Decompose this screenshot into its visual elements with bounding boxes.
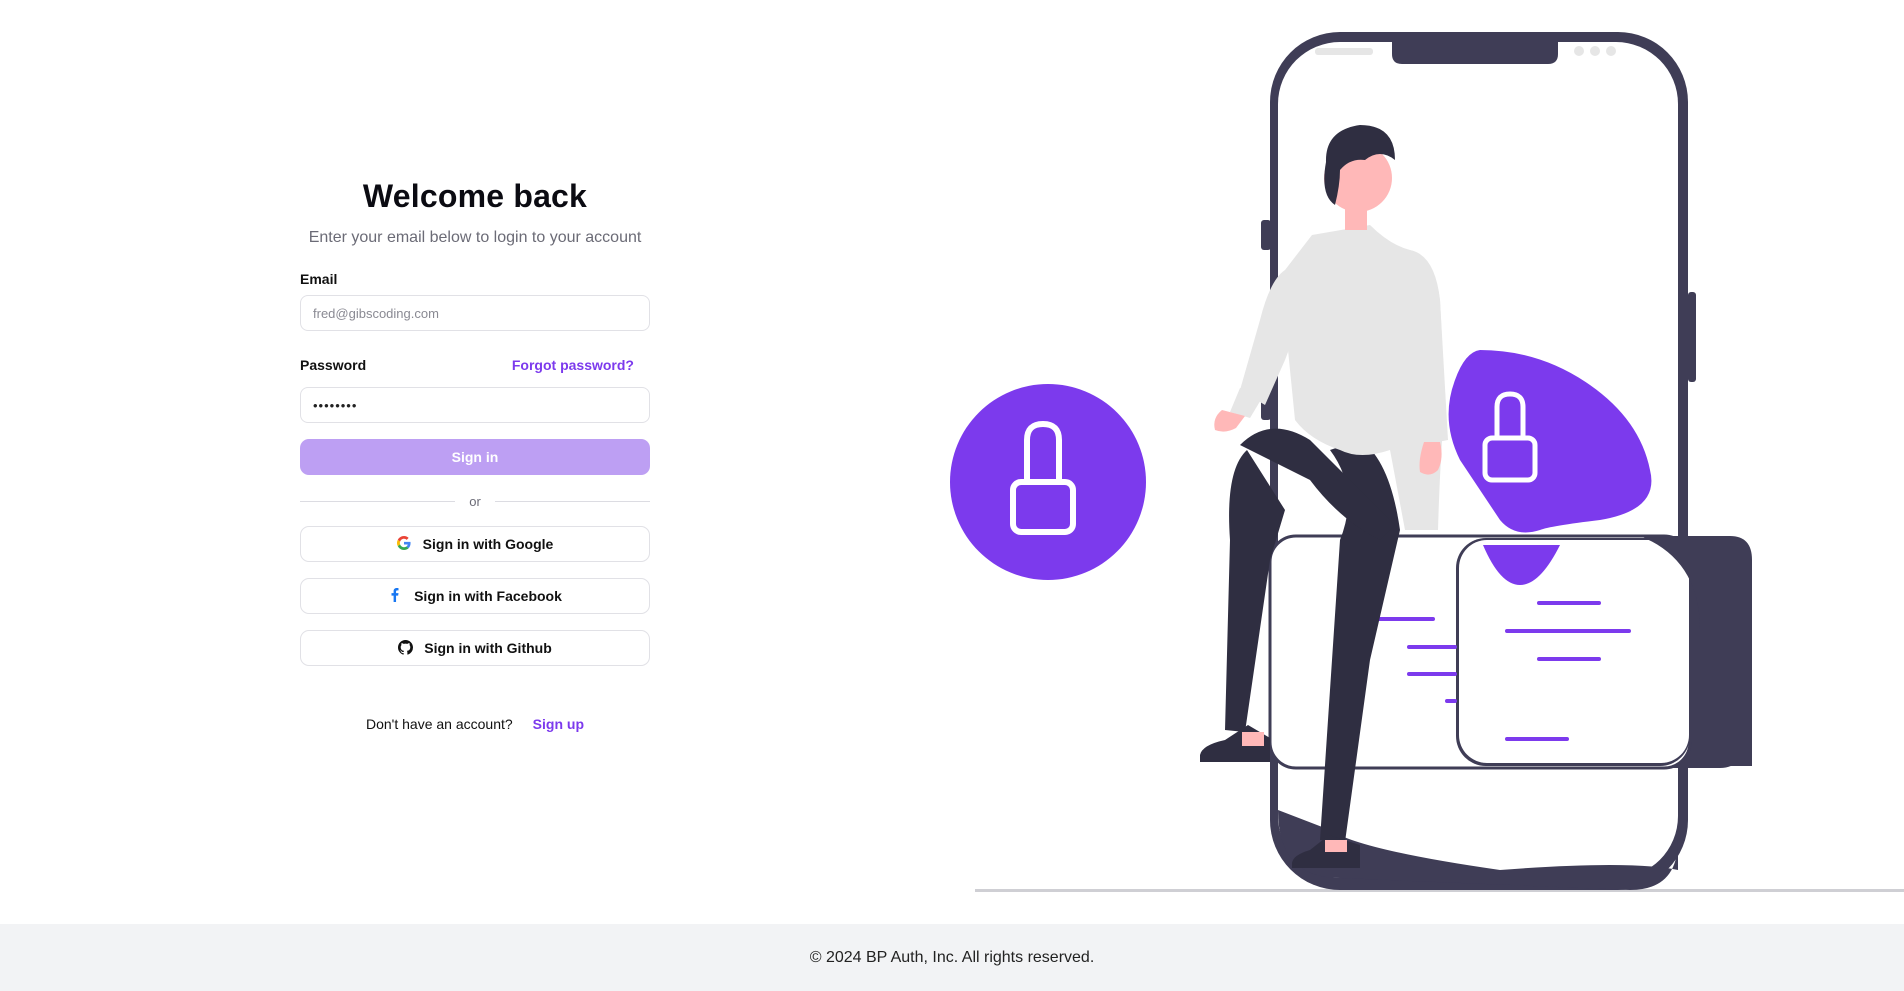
facebook-icon [388,588,404,604]
password-label: Password [300,357,367,373]
page-title: Welcome back [362,178,588,214]
facebook-sign-in-button[interactable]: Sign in with Facebook [300,578,650,614]
login-page: Welcome back Enter your email below to l… [0,0,1904,991]
forgot-password-link[interactable]: Forgot password? [512,357,634,373]
sign-up-row: Don't have an account? Sign up [300,716,650,732]
github-sign-in-button[interactable]: Sign in with Github [300,630,650,666]
lock-icon [950,384,1146,580]
github-icon [398,640,414,656]
divider-line [300,500,456,502]
divider-text: or [469,493,481,509]
facebook-button-label: Sign in with Facebook [414,588,562,604]
google-sign-in-button[interactable]: Sign in with Google [300,526,650,562]
password-label-row: Password Forgot password? [300,357,650,373]
page-subtitle: Enter your email below to login to your … [308,229,642,246]
github-button-label: Sign in with Github [424,640,552,656]
divider-line [494,500,650,502]
or-divider: or [300,493,650,509]
security-illustration [950,32,1904,892]
password-field[interactable] [300,387,650,423]
footer: © 2024 BP Auth, Inc. All rights reserved… [0,924,1904,991]
login-form: Welcome back Enter your email below to l… [300,178,650,732]
email-label: Email [300,271,338,287]
sign-up-link[interactable]: Sign up [533,716,584,732]
copyright-text: © 2024 BP Auth, Inc. All rights reserved… [809,948,1095,966]
no-account-text: Don't have an account? [366,716,513,732]
google-icon [396,536,413,552]
email-field[interactable] [300,295,650,331]
google-button-label: Sign in with Google [422,536,554,552]
sign-in-button[interactable]: Sign in [300,439,650,475]
